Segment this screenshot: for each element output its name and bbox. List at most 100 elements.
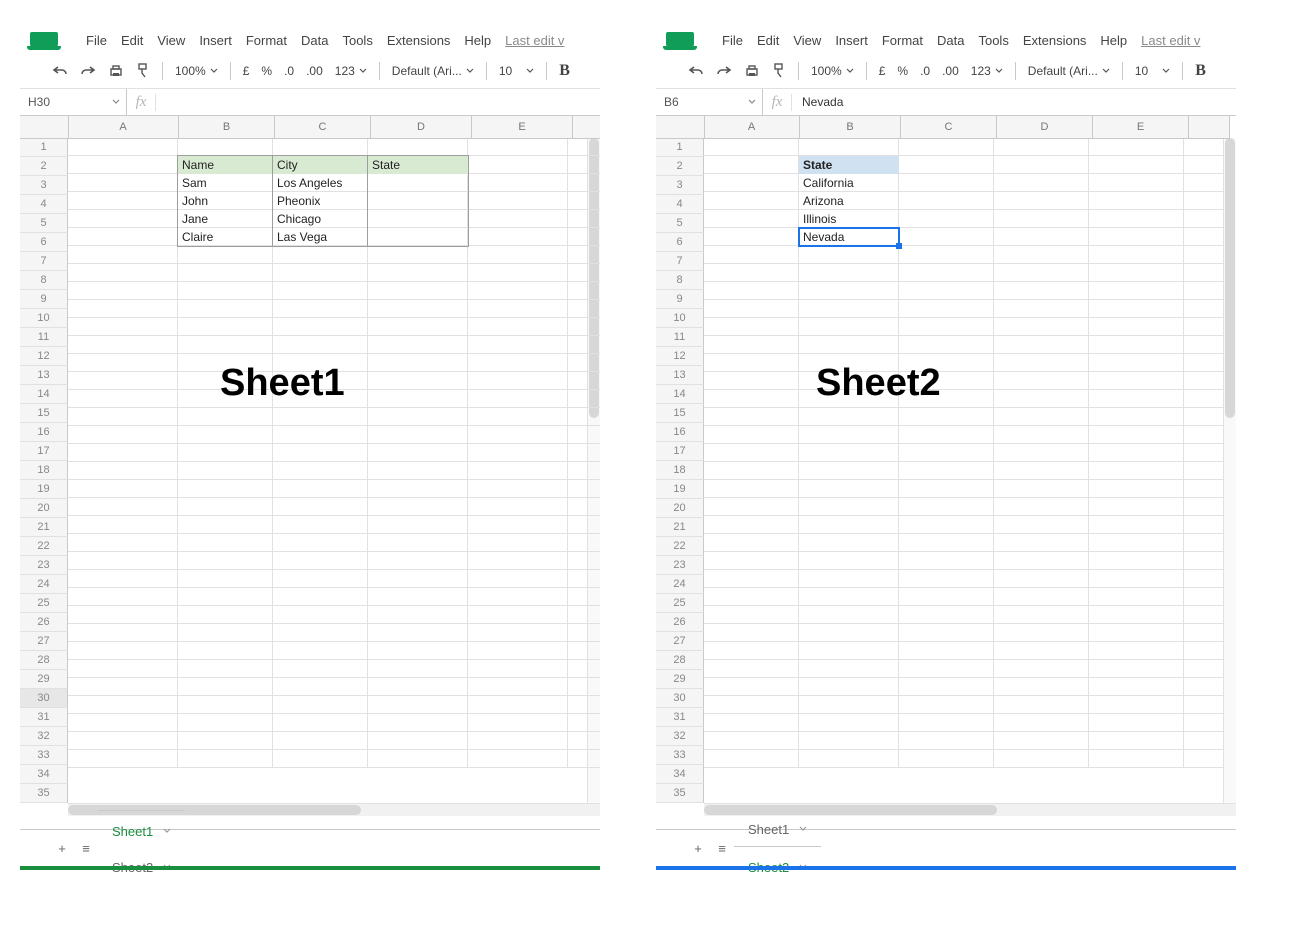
menu-extensions[interactable]: Extensions — [1023, 33, 1087, 48]
cell[interactable] — [799, 318, 899, 336]
cell[interactable] — [178, 516, 273, 534]
cell[interactable] — [899, 714, 994, 732]
column-header[interactable]: B — [800, 116, 901, 139]
print-button[interactable] — [738, 54, 766, 88]
cell[interactable] — [368, 408, 468, 426]
cell[interactable] — [368, 372, 468, 390]
cell[interactable] — [899, 606, 994, 624]
row-header[interactable]: 8 — [20, 271, 68, 290]
cell[interactable] — [68, 282, 178, 300]
cell[interactable] — [899, 336, 994, 354]
cell[interactable] — [568, 732, 600, 750]
cell[interactable] — [468, 318, 568, 336]
cell[interactable] — [704, 444, 799, 462]
row-header[interactable]: 6 — [656, 233, 704, 252]
row-header[interactable]: 8 — [656, 271, 704, 290]
cell[interactable] — [178, 498, 273, 516]
cell[interactable] — [468, 588, 568, 606]
redo-button[interactable] — [710, 54, 738, 88]
cell[interactable] — [568, 390, 600, 408]
row-header[interactable]: 24 — [656, 575, 704, 594]
menu-help[interactable]: Help — [464, 33, 491, 48]
cell[interactable] — [468, 192, 568, 210]
column-header[interactable]: C — [275, 116, 371, 139]
row-header[interactable]: 28 — [20, 651, 68, 670]
font-family-dropdown[interactable]: Default (Ari... — [386, 54, 480, 88]
cell[interactable] — [468, 210, 568, 228]
cell[interactable] — [704, 426, 799, 444]
menu-view[interactable]: View — [157, 33, 185, 48]
row-header[interactable]: 11 — [656, 328, 704, 347]
paint-format-button[interactable] — [130, 54, 156, 88]
cell[interactable] — [568, 228, 600, 246]
cell[interactable] — [899, 300, 994, 318]
row-header[interactable]: 4 — [656, 195, 704, 214]
cell[interactable] — [799, 570, 899, 588]
menu-insert[interactable]: Insert — [835, 33, 868, 48]
cell[interactable] — [994, 696, 1089, 714]
cell[interactable] — [1184, 732, 1224, 750]
cell[interactable] — [1184, 534, 1224, 552]
cell[interactable] — [178, 552, 273, 570]
cell[interactable] — [468, 714, 568, 732]
cell[interactable] — [1089, 660, 1184, 678]
cell[interactable] — [273, 138, 368, 156]
row-header[interactable]: 11 — [20, 328, 68, 347]
cell[interactable] — [1184, 750, 1224, 768]
row-header[interactable]: 20 — [656, 499, 704, 518]
cell[interactable] — [568, 210, 600, 228]
cell[interactable] — [1184, 228, 1224, 246]
menu-format[interactable]: Format — [882, 33, 923, 48]
cell[interactable] — [68, 678, 178, 696]
cell[interactable] — [994, 480, 1089, 498]
cell[interactable] — [568, 480, 600, 498]
cell[interactable] — [1089, 156, 1184, 174]
row-header[interactable]: 3 — [20, 176, 68, 195]
cell[interactable] — [468, 678, 568, 696]
cell[interactable] — [68, 408, 178, 426]
row-header[interactable]: 27 — [20, 632, 68, 651]
cell[interactable] — [799, 408, 899, 426]
redo-button[interactable] — [74, 54, 102, 88]
cell[interactable] — [468, 264, 568, 282]
cell[interactable] — [68, 174, 178, 192]
cell[interactable] — [468, 246, 568, 264]
add-sheet-button[interactable]: + — [50, 841, 74, 856]
cell[interactable] — [1184, 462, 1224, 480]
cell[interactable] — [899, 678, 994, 696]
cell[interactable] — [568, 246, 600, 264]
cell[interactable] — [994, 174, 1089, 192]
cell[interactable] — [899, 642, 994, 660]
cell[interactable] — [68, 354, 178, 372]
cell[interactable] — [799, 156, 899, 174]
bold-button[interactable]: B — [553, 54, 576, 88]
cell[interactable] — [704, 174, 799, 192]
cell[interactable] — [1089, 336, 1184, 354]
cell[interactable] — [68, 642, 178, 660]
cell[interactable] — [368, 138, 468, 156]
cell[interactable] — [1089, 498, 1184, 516]
cell[interactable] — [273, 498, 368, 516]
cell[interactable] — [994, 138, 1089, 156]
row-header[interactable]: 15 — [20, 404, 68, 423]
cell-grid[interactable]: ABCDE 1234567891011121314151617181920212… — [20, 116, 600, 816]
cell[interactable] — [799, 480, 899, 498]
cell[interactable] — [568, 138, 600, 156]
menu-view[interactable]: View — [793, 33, 821, 48]
cell[interactable] — [1089, 192, 1184, 210]
row-header[interactable]: 17 — [656, 442, 704, 461]
cell[interactable] — [1184, 516, 1224, 534]
cell[interactable] — [799, 516, 899, 534]
cell[interactable] — [68, 390, 178, 408]
row-header[interactable]: 23 — [20, 556, 68, 575]
cell[interactable] — [273, 570, 368, 588]
cell[interactable] — [178, 246, 273, 264]
cell[interactable] — [799, 282, 899, 300]
cell[interactable] — [68, 228, 178, 246]
cell[interactable] — [994, 426, 1089, 444]
cell[interactable] — [568, 714, 600, 732]
cell[interactable] — [704, 228, 799, 246]
cell[interactable] — [178, 732, 273, 750]
cell[interactable] — [994, 282, 1089, 300]
cell[interactable] — [68, 534, 178, 552]
